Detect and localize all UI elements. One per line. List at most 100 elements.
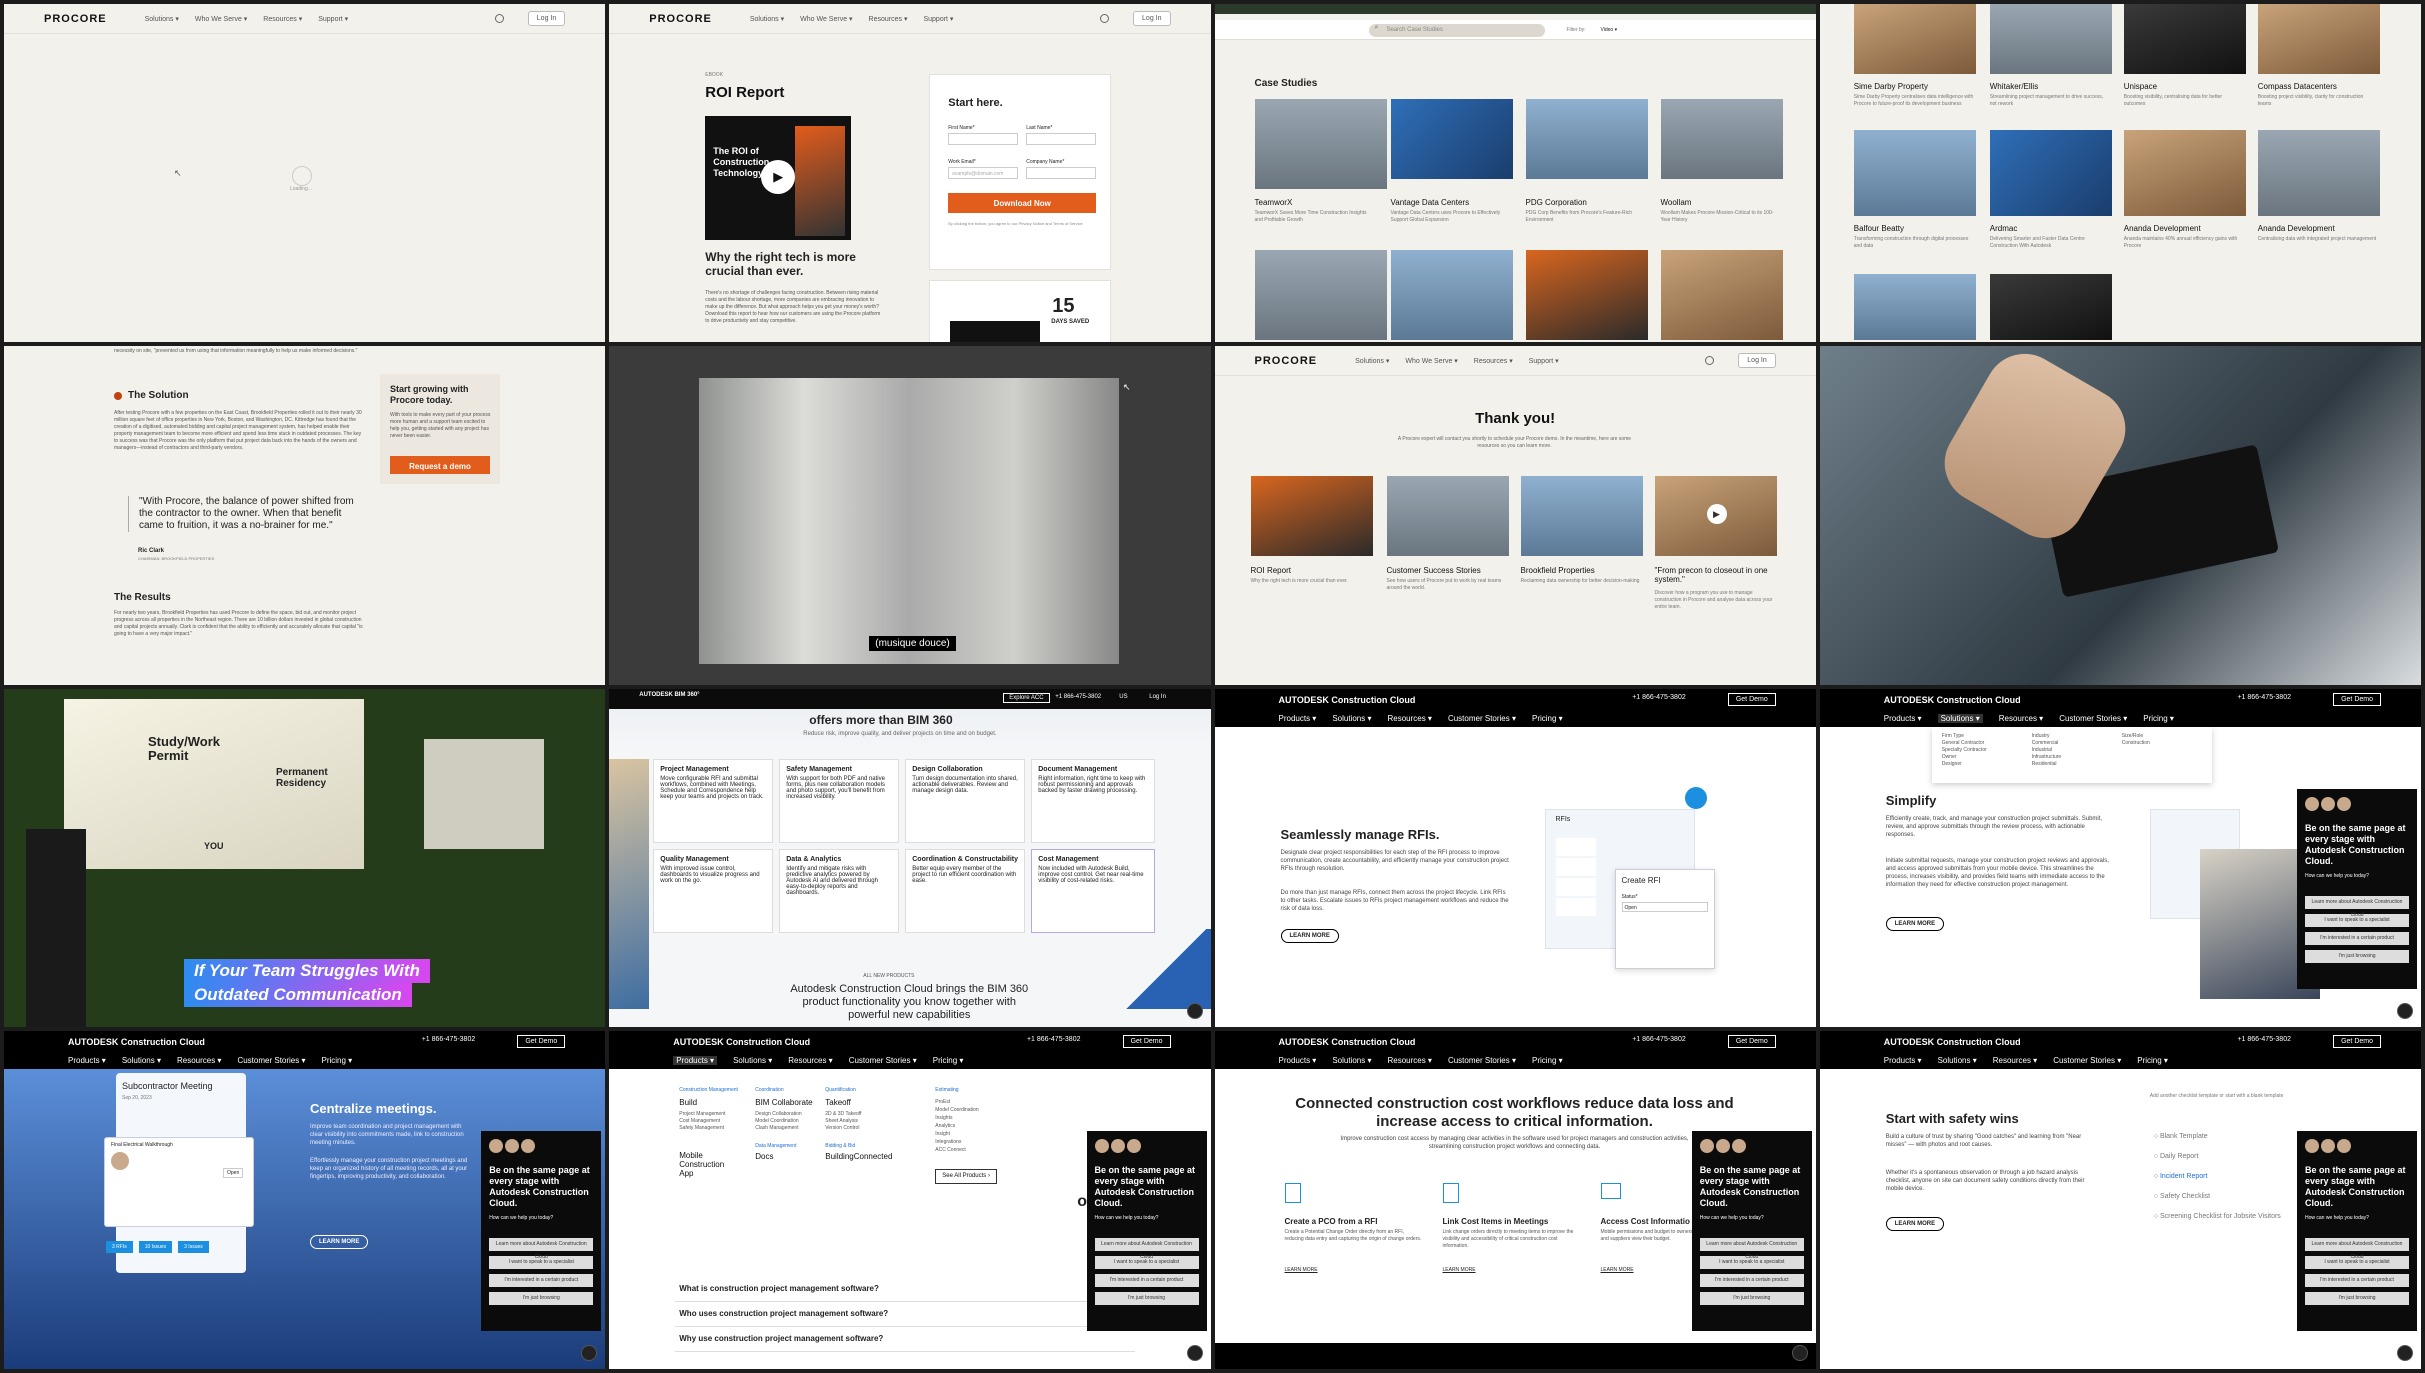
phone-number[interactable]: +1 866-475-3802: [2237, 694, 2291, 701]
download-button[interactable]: Download Now: [948, 193, 1097, 213]
case-name[interactable]: Sime Darby Property: [1854, 82, 1928, 91]
nav-solutions[interactable]: Solutions ▾: [145, 15, 179, 23]
product-card[interactable]: Safety Management With support for both P…: [779, 758, 900, 843]
template-option[interactable]: ○ Daily Report: [2154, 1147, 2281, 1167]
case-image-teamworx[interactable]: [1254, 99, 1387, 189]
product-card-hovered[interactable]: Cost Management Now included with Autodes…: [1031, 848, 1156, 933]
learn-more-button[interactable]: LEARN MORE: [1885, 916, 1945, 931]
nav-solutions[interactable]: Solutions ▾: [1355, 357, 1389, 365]
case-image-compass[interactable]: [2257, 4, 2380, 74]
dropdown-item[interactable]: Designer: [1942, 761, 2002, 768]
case-image-balfour[interactable]: [1853, 130, 1976, 216]
menu-customer-stories[interactable]: Customer Stories ▾: [849, 1056, 917, 1065]
product-card[interactable]: Project Management Move configurable RFI …: [653, 758, 774, 843]
first-name-field[interactable]: [948, 133, 1019, 145]
menu-item[interactable]: Analytics: [935, 1123, 955, 1130]
learn-more-button[interactable]: LEARN MORE: [1280, 928, 1339, 943]
request-demo-button[interactable]: Request a demo: [390, 456, 490, 475]
case-image-woollam[interactable]: [1660, 99, 1783, 179]
nav-resources[interactable]: Resources ▾: [1474, 357, 1513, 365]
menu-item[interactable]: Insight: [935, 1131, 950, 1138]
menu-resources[interactable]: Resources ▾: [1387, 714, 1431, 723]
menu-resources[interactable]: Resources ▾: [1387, 1056, 1431, 1065]
chat-option[interactable]: I'm interested in a certain product: [1094, 1273, 1199, 1287]
nav-resources[interactable]: Resources ▾: [869, 15, 908, 23]
resource-image-brookfield[interactable]: [1520, 476, 1643, 557]
chat-option[interactable]: I want to speak to a specialist: [2305, 913, 2409, 927]
product-mobile[interactable]: Mobile Construction App: [679, 1151, 739, 1178]
case-name[interactable]: TeamworX: [1255, 198, 1293, 207]
chat-option[interactable]: I'm interested in a certain product: [489, 1273, 594, 1287]
nav-who-we-serve[interactable]: Who We Serve ▾: [195, 15, 247, 23]
play-icon[interactable]: ▶: [761, 160, 796, 194]
dropdown-item[interactable]: Industrial: [2032, 747, 2092, 754]
chat-option[interactable]: I want to speak to a specialist: [2305, 1255, 2409, 1269]
case-image-ardmac[interactable]: [1989, 130, 2112, 216]
template-option[interactable]: ○ Blank Template: [2154, 1127, 2281, 1147]
case-name[interactable]: Ananda Development: [2258, 224, 2335, 233]
menu-customer-stories[interactable]: Customer Stories ▾: [1448, 714, 1516, 723]
dropdown-column[interactable]: Size/Role Construction: [2122, 733, 2182, 747]
takeoff-item[interactable]: Version Control: [825, 1125, 859, 1132]
chat-option[interactable]: Learn more about Autodesk Construction C…: [2305, 1237, 2409, 1260]
bim-item[interactable]: Clash Management: [755, 1125, 798, 1132]
report-cover-image[interactable]: The ROI of Construction Technology ▶: [705, 116, 852, 240]
case-image[interactable]: [1525, 250, 1648, 340]
case-name[interactable]: Ananda Development: [2124, 224, 2201, 233]
menu-customer-stories[interactable]: Customer Stories ▾: [2053, 1056, 2121, 1065]
menu-solutions[interactable]: Solutions ▾: [733, 1056, 772, 1065]
product-bim[interactable]: BIM Collaborate: [755, 1098, 812, 1106]
chat-option[interactable]: I'm just browsing: [2305, 949, 2409, 963]
procore-logo[interactable]: PROCORE: [44, 13, 107, 25]
get-demo-button[interactable]: Get Demo: [2333, 1034, 2381, 1048]
nav-support[interactable]: Support ▾: [923, 15, 953, 23]
chat-option[interactable]: Learn more about Autodesk Construction C…: [2305, 895, 2409, 918]
menu-products[interactable]: Products ▾: [1279, 714, 1317, 723]
faq-item[interactable]: Who uses construction project management…: [675, 1302, 1136, 1327]
build-item[interactable]: Project Management: [679, 1111, 725, 1118]
bim360-logo[interactable]: AUTODESK BIM 360°: [639, 692, 699, 698]
chat-bubble-icon[interactable]: [1186, 1345, 1203, 1361]
case-image-whitaker[interactable]: [1989, 4, 2112, 74]
get-demo-button[interactable]: Get Demo: [1727, 692, 1776, 706]
build-item[interactable]: Cost Management: [679, 1118, 720, 1125]
acc-logo[interactable]: AUTODESK Construction Cloud: [1884, 695, 2021, 705]
acc-logo[interactable]: AUTODESK Construction Cloud: [1279, 1037, 1416, 1047]
chat-option[interactable]: I'm just browsing: [1094, 1291, 1199, 1305]
explore-acc-button[interactable]: Explore ACC: [1003, 692, 1050, 703]
dropdown-column[interactable]: Firm Type General Contractor Specialty Con…: [1942, 733, 2002, 768]
dropdown-item[interactable]: Construction: [2122, 740, 2182, 747]
menu-solutions[interactable]: Solutions ▾: [1332, 1056, 1371, 1065]
product-card[interactable]: Design Collaboration Turn design document…: [905, 758, 1026, 843]
chat-option[interactable]: I want to speak to a specialist: [1094, 1255, 1199, 1269]
resource-name[interactable]: Brookfield Properties: [1521, 566, 1595, 575]
chat-bubble-icon[interactable]: [1186, 1002, 1203, 1019]
learn-more-button[interactable]: LEARN MORE: [1885, 1216, 1945, 1231]
learn-more-link[interactable]: LEARN MORE: [1601, 1267, 1634, 1273]
product-takeoff[interactable]: Takeoff: [825, 1098, 851, 1106]
bim-item[interactable]: Model Coordination: [755, 1118, 798, 1125]
learn-more-link[interactable]: LEARN MORE: [1285, 1267, 1318, 1273]
chat-option[interactable]: Learn more about Autodesk Construction C…: [1094, 1237, 1199, 1260]
get-demo-button[interactable]: Get Demo: [1122, 1034, 1171, 1048]
play-icon[interactable]: ▶: [1706, 504, 1727, 525]
case-name[interactable]: Balfour Beatty: [1854, 224, 1904, 233]
menu-resources[interactable]: Resources ▾: [1993, 1056, 2037, 1065]
acc-logo[interactable]: AUTODESK Construction Cloud: [1279, 695, 1416, 705]
case-image-ananda-2[interactable]: [2257, 130, 2380, 216]
dropdown-item[interactable]: Owner: [1942, 754, 2002, 761]
menu-pricing[interactable]: Pricing ▾: [1532, 1056, 1563, 1065]
search-input[interactable]: Search Case Studies: [1368, 24, 1545, 37]
menu-item[interactable]: ACC Connect: [935, 1147, 966, 1154]
globe-icon[interactable]: [1100, 14, 1110, 23]
company-field[interactable]: [1026, 167, 1097, 179]
menu-pricing[interactable]: Pricing ▾: [322, 1056, 353, 1065]
login-button[interactable]: Log In: [1738, 353, 1776, 369]
phone-number[interactable]: +1 866-475-3802: [2237, 1036, 2291, 1043]
case-image-pdg[interactable]: [1525, 99, 1648, 179]
case-image[interactable]: [1254, 250, 1387, 340]
phone-number[interactable]: +1 866-475-3802: [1632, 694, 1686, 701]
acc-logo[interactable]: AUTODESK Construction Cloud: [1884, 1037, 2021, 1047]
chat-bubble-icon[interactable]: [1791, 1345, 1808, 1361]
resource-name[interactable]: Customer Success Stories: [1387, 566, 1481, 575]
